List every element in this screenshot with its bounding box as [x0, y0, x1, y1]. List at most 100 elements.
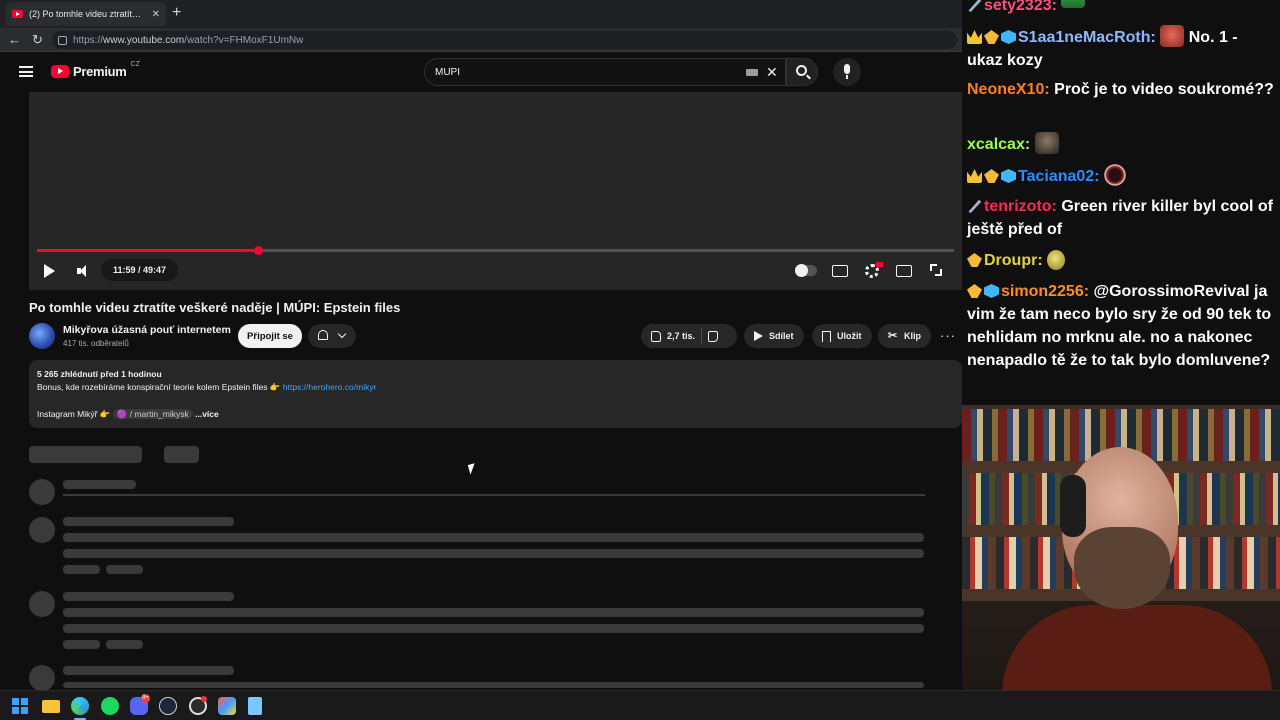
description-text: Bonus, kde rozebíráme konspirační teorie… — [37, 382, 283, 392]
bell-icon — [318, 330, 328, 340]
view-count-date: 5 265 zhlédnutí před 1 hodinou — [37, 369, 162, 379]
clear-search-icon[interactable]: ✕ — [766, 64, 778, 81]
cube-badge-icon — [1001, 169, 1016, 183]
search-button[interactable] — [786, 58, 818, 86]
join-button[interactable]: Připojit se — [238, 324, 302, 348]
browser-tab[interactable]: (2) Po tomhle videu ztratíte veškeré nad… — [6, 2, 166, 26]
tab-close-icon[interactable]: ✕ — [152, 9, 160, 20]
time-display: 11:59 / 49:47 — [101, 259, 179, 281]
save-label: Uložit — [837, 331, 862, 341]
save-button[interactable]: Uložit — [812, 324, 872, 348]
hd-badge-icon — [876, 262, 883, 267]
windows-start-icon[interactable] — [12, 698, 28, 714]
skeleton-line — [106, 565, 143, 574]
description-line: Instagram Mikýř 👉 🟣 / martin_mikysk ...v… — [37, 408, 954, 421]
voice-search-icon[interactable] — [833, 58, 861, 86]
more-actions-icon[interactable]: ··· — [940, 328, 956, 343]
theater-mode-icon[interactable] — [896, 265, 912, 277]
tab-strip: (2) Po tomhle videu ztratíte veškeré nad… — [0, 0, 962, 28]
sword-badge-icon — [968, 0, 982, 12]
skeleton-line — [63, 608, 924, 617]
subtitles-icon[interactable] — [832, 265, 848, 277]
logo-word: Premium — [73, 64, 127, 79]
mouse-cursor-icon — [467, 463, 478, 475]
address-bar[interactable]: https://www.youtube.com/watch?v=FHMoxF1U… — [52, 31, 957, 49]
skeleton-line — [63, 549, 924, 558]
description-box[interactable]: 5 265 zhlédnutí před 1 hodinou Bonus, kd… — [29, 360, 962, 428]
search-value: MUPI — [435, 66, 460, 78]
menu-icon[interactable] — [19, 66, 33, 77]
thumbs-up-icon[interactable] — [651, 330, 661, 342]
skeleton-line — [63, 682, 924, 688]
chat-username[interactable]: simon2256: — [1001, 283, 1089, 300]
play-icon[interactable] — [44, 264, 55, 278]
notepad-icon[interactable] — [248, 697, 262, 715]
search-input[interactable]: MUPI ✕ — [424, 58, 786, 86]
like-count[interactable]: 2,7 tis. — [667, 331, 695, 341]
herohero-link[interactable]: https://herohero.co/mikyr — [283, 382, 377, 392]
chat-username[interactable]: tenrizoto: — [984, 198, 1057, 215]
instagram-text: Instagram Mikýř 👉 — [37, 409, 113, 419]
chat-message: xcalcax: — [967, 132, 1275, 156]
site-info-icon[interactable] — [58, 35, 67, 45]
skeleton-avatar — [29, 665, 55, 690]
skeleton-line — [63, 565, 100, 574]
skeleton-input-underline — [63, 494, 925, 496]
chat-message: simon2256: @GorossimoRevival ja vim že t… — [967, 280, 1275, 372]
egg-emote-icon — [1047, 250, 1066, 270]
scissors-icon: ✂ — [888, 330, 898, 342]
youtube-premium-logo[interactable]: Premium CZ — [51, 61, 140, 79]
bits-badge-icon — [967, 284, 982, 298]
channel-name[interactable]: Mikyřova úžasná pouť internetem — [63, 324, 231, 336]
chat-username[interactable]: Taciana02: — [1018, 168, 1100, 185]
skeleton-line — [63, 640, 100, 649]
reload-icon[interactable]: ↻ — [32, 32, 43, 48]
progress-bar[interactable] — [37, 246, 954, 255]
show-more-link[interactable]: ...více — [195, 409, 219, 419]
recording-dot-icon — [201, 696, 207, 702]
new-tab-icon[interactable]: + — [172, 4, 181, 22]
chat-username[interactable]: S1aa1neMacRoth: — [1018, 29, 1156, 46]
file-explorer-icon[interactable] — [42, 700, 60, 713]
divider — [701, 328, 703, 344]
thumbs-down-icon[interactable] — [708, 330, 719, 342]
frog-emote-icon — [1061, 0, 1086, 8]
spotify-icon[interactable] — [101, 697, 119, 715]
clip-button[interactable]: ✂ Klip — [878, 324, 931, 348]
steam-icon[interactable] — [159, 697, 177, 715]
skeleton-line — [63, 624, 924, 633]
volume-icon[interactable] — [77, 265, 91, 277]
notifications-button[interactable] — [308, 324, 356, 348]
skeleton-avatar — [29, 591, 55, 617]
chat-text: Proč je to video soukromé?? — [1054, 81, 1274, 98]
chat-username[interactable]: NeoneX10: — [967, 81, 1050, 98]
video-player[interactable]: 11:59 / 49:47 — [29, 92, 962, 290]
instagram-handle-link[interactable]: 🟣 / martin_mikysk — [112, 409, 193, 419]
streamer-webcam — [962, 405, 1280, 720]
channel-avatar[interactable] — [29, 323, 55, 349]
streamer-beard — [1074, 527, 1170, 609]
crown-badge-icon — [967, 30, 982, 44]
chat-username[interactable]: sety2323: — [984, 0, 1057, 14]
keyboard-icon[interactable] — [746, 69, 758, 76]
chat-username[interactable]: Droupr: — [984, 252, 1043, 269]
skeleton-line — [106, 640, 143, 649]
app-icon[interactable] — [218, 697, 236, 715]
autoplay-toggle[interactable] — [795, 264, 817, 277]
edge-browser-icon[interactable] — [71, 697, 89, 715]
fullscreen-icon[interactable] — [930, 264, 942, 276]
back-arrow-icon[interactable]: ← — [8, 32, 21, 47]
scrubber-handle[interactable] — [253, 246, 263, 255]
cube-badge-icon — [984, 284, 999, 298]
chat-message: tenrizoto: Green river killer byl cool o… — [967, 195, 1275, 241]
chat-message: sety2323: — [967, 0, 1275, 17]
chat-username[interactable]: xcalcax: — [967, 136, 1030, 153]
skeleton-line — [63, 480, 136, 489]
share-button[interactable]: Sdílet — [744, 324, 804, 348]
progress-bar-fill — [37, 249, 258, 252]
bits-badge-icon — [984, 169, 999, 183]
discord-notification-badge: 9+ — [141, 694, 150, 703]
skeleton-line — [63, 666, 234, 675]
sword-badge-icon — [968, 199, 982, 213]
bookmark-icon — [822, 330, 831, 342]
